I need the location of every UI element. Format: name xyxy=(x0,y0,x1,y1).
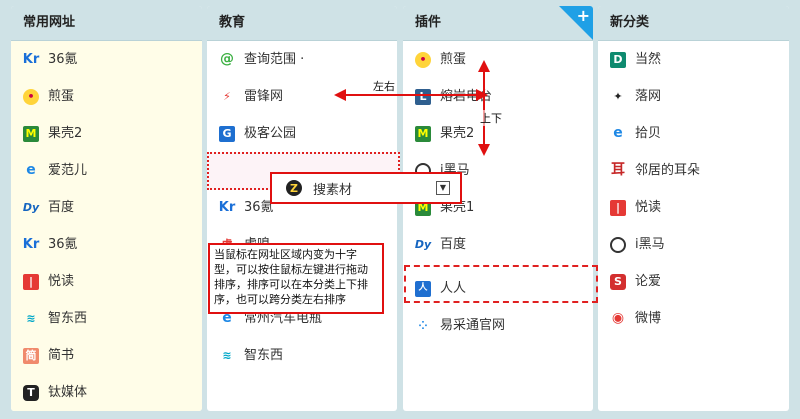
arrow-overlay xyxy=(334,60,490,156)
annotation-up-down: 上下 xyxy=(480,110,502,126)
annotation-left-right: 左右 xyxy=(373,80,395,93)
